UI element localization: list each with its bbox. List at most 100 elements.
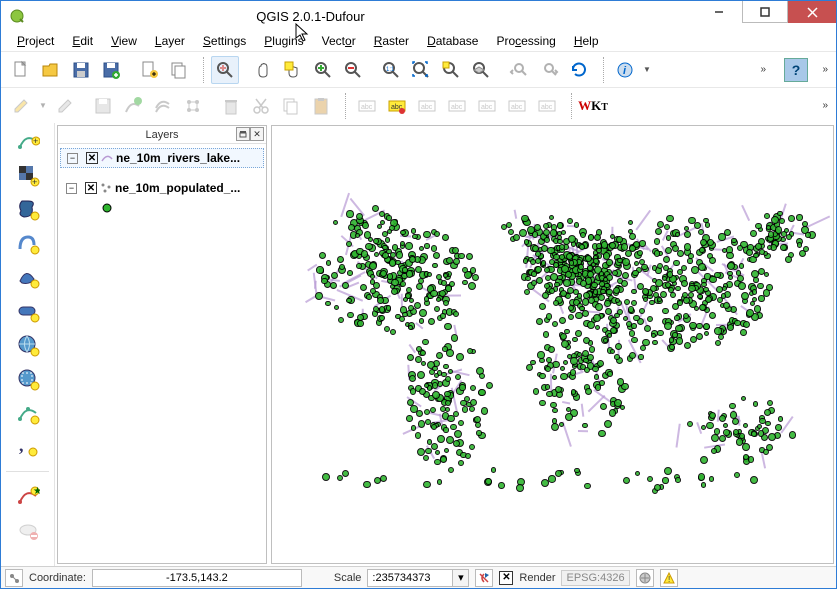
tree-expand-icon[interactable]: −	[66, 183, 77, 194]
svg-text:!: !	[668, 575, 670, 584]
toolbar2-overflow-button[interactable]: »	[822, 100, 828, 111]
label-abc-6-button[interactable]: abc	[533, 92, 561, 120]
layers-panel-undock-button[interactable]	[236, 127, 250, 141]
refresh-button[interactable]	[565, 56, 593, 84]
minimize-button[interactable]	[696, 1, 742, 23]
layer-item-rivers[interactable]: − ✕ ne_10m_rivers_lake...	[60, 148, 264, 168]
toolbar-edit: ▼ abc abc abc abc abc abc abc WKT »	[1, 87, 836, 123]
scale-input[interactable]	[367, 569, 453, 587]
add-wfs-layer-button[interactable]	[14, 399, 42, 427]
wkt-button[interactable]: WKT	[579, 92, 607, 120]
tree-collapse-icon[interactable]: −	[67, 153, 78, 164]
layers-panel-close-button[interactable]: ✕	[250, 127, 264, 141]
scale-dropdown-button[interactable]: ▾	[453, 569, 469, 587]
add-vector-layer-button[interactable]: +	[14, 127, 42, 155]
menu-raster[interactable]: Raster	[366, 32, 417, 50]
new-composer-button[interactable]	[135, 56, 163, 84]
pan-map-button[interactable]	[211, 56, 239, 84]
menu-view[interactable]: View	[103, 32, 145, 50]
zoom-out-button[interactable]	[339, 56, 367, 84]
layer-item-populated[interactable]: − ✕ ne_10m_populated_...	[60, 178, 264, 198]
zoom-full-button[interactable]	[407, 56, 435, 84]
layers-tree[interactable]: − ✕ ne_10m_rivers_lake... − ✕ ne_10m_pop…	[58, 144, 266, 563]
menu-project[interactable]: Project	[9, 32, 62, 50]
add-raster-layer-button[interactable]: +	[14, 161, 42, 189]
copy-button[interactable]	[277, 92, 305, 120]
layer-name-label: ne_10m_rivers_lake...	[116, 151, 240, 165]
menu-plugins[interactable]: Plugins	[256, 32, 311, 50]
menu-processing[interactable]: Processing	[488, 32, 563, 50]
map-canvas[interactable]	[271, 125, 834, 564]
add-mssql-layer-button[interactable]	[14, 263, 42, 291]
pan-to-selection-button[interactable]	[279, 56, 307, 84]
stop-render-button[interactable]	[475, 569, 493, 587]
label-abc-4-button[interactable]: abc	[473, 92, 501, 120]
save-project-button[interactable]	[67, 56, 95, 84]
identify-button[interactable]: i	[611, 56, 639, 84]
zoom-to-layer-button[interactable]	[467, 56, 495, 84]
menu-settings[interactable]: Settings	[195, 32, 254, 50]
add-oracle-layer-button[interactable]	[14, 297, 42, 325]
toolbar-overflow-button-2[interactable]: »	[822, 64, 828, 75]
delete-selected-button[interactable]	[217, 92, 245, 120]
label-abc-2-button[interactable]: abc	[413, 92, 441, 120]
identify-dropdown[interactable]: ▼	[641, 65, 653, 74]
layer-visibility-checkbox[interactable]: ✕	[86, 152, 98, 164]
add-wcs-layer-button[interactable]	[14, 365, 42, 393]
svg-text:abc: abc	[481, 104, 493, 111]
add-feature-button[interactable]	[119, 92, 147, 120]
layer-visibility-checkbox[interactable]: ✕	[85, 182, 97, 194]
open-project-button[interactable]	[37, 56, 65, 84]
label-abc-5-button[interactable]: abc	[503, 92, 531, 120]
menu-layer[interactable]: Layer	[147, 32, 193, 50]
layers-panel-header: Layers ✕	[58, 126, 266, 144]
svg-text:+: +	[33, 136, 38, 146]
new-project-button[interactable]	[7, 56, 35, 84]
label-abc-1-button[interactable]: abc	[353, 92, 381, 120]
crs-status-button[interactable]	[636, 569, 654, 587]
edit-pencil-dropdown[interactable]: ▼	[37, 101, 49, 110]
pan-hand-button[interactable]	[249, 56, 277, 84]
toolbar-overflow-button[interactable]: »	[760, 64, 766, 75]
coordinate-input[interactable]	[92, 569, 302, 587]
add-postgis-layer-button[interactable]	[14, 195, 42, 223]
save-as-button[interactable]	[97, 56, 125, 84]
messages-button[interactable]: !	[660, 569, 678, 587]
label-abc-active-button[interactable]: abc	[383, 92, 411, 120]
composer-manager-button[interactable]	[165, 56, 193, 84]
add-delimited-text-button[interactable]: ,	[14, 433, 42, 461]
zoom-in-button[interactable]	[309, 56, 337, 84]
label-abc-3-button[interactable]: abc	[443, 92, 471, 120]
menu-edit[interactable]: Edit	[64, 32, 101, 50]
statusbar: Coordinate: Scale ▾ ✕ Render EPSG:4326 !	[1, 566, 836, 588]
help-button[interactable]: ?	[784, 58, 808, 82]
zoom-to-selection-button[interactable]	[437, 56, 465, 84]
workspace: + + , ★ Layers ✕ − ✕ ne	[1, 123, 836, 566]
zoom-native-button[interactable]: 1:1	[377, 56, 405, 84]
save-edits-button[interactable]	[89, 92, 117, 120]
new-shapefile-button[interactable]: ★	[14, 482, 42, 510]
epsg-button[interactable]: EPSG:4326	[561, 570, 629, 586]
zoom-last-button[interactable]	[505, 56, 533, 84]
menu-vector[interactable]: Vector	[314, 32, 364, 50]
close-button[interactable]	[788, 1, 836, 23]
zoom-next-button[interactable]	[535, 56, 563, 84]
toggle-extents-button[interactable]	[5, 569, 23, 587]
paste-button[interactable]	[307, 92, 335, 120]
layers-panel: Layers ✕ − ✕ ne_10m_rivers_lake... − ✕	[57, 125, 267, 564]
cut-button[interactable]	[247, 92, 275, 120]
edit-pencil-button[interactable]	[7, 92, 35, 120]
render-checkbox[interactable]: ✕	[499, 571, 513, 585]
add-wms-layer-button[interactable]	[14, 331, 42, 359]
maximize-button[interactable]	[742, 1, 788, 23]
svg-text:abc: abc	[361, 104, 373, 111]
menu-database[interactable]: Database	[419, 32, 486, 50]
node-tool-button[interactable]	[179, 92, 207, 120]
toggle-editing-button[interactable]	[51, 92, 79, 120]
svg-text:abc: abc	[421, 104, 433, 111]
remove-layer-button[interactable]	[14, 516, 42, 544]
svg-text:abc: abc	[541, 104, 553, 111]
menu-help[interactable]: Help	[566, 32, 607, 50]
add-spatialite-layer-button[interactable]	[14, 229, 42, 257]
move-feature-button[interactable]	[149, 92, 177, 120]
